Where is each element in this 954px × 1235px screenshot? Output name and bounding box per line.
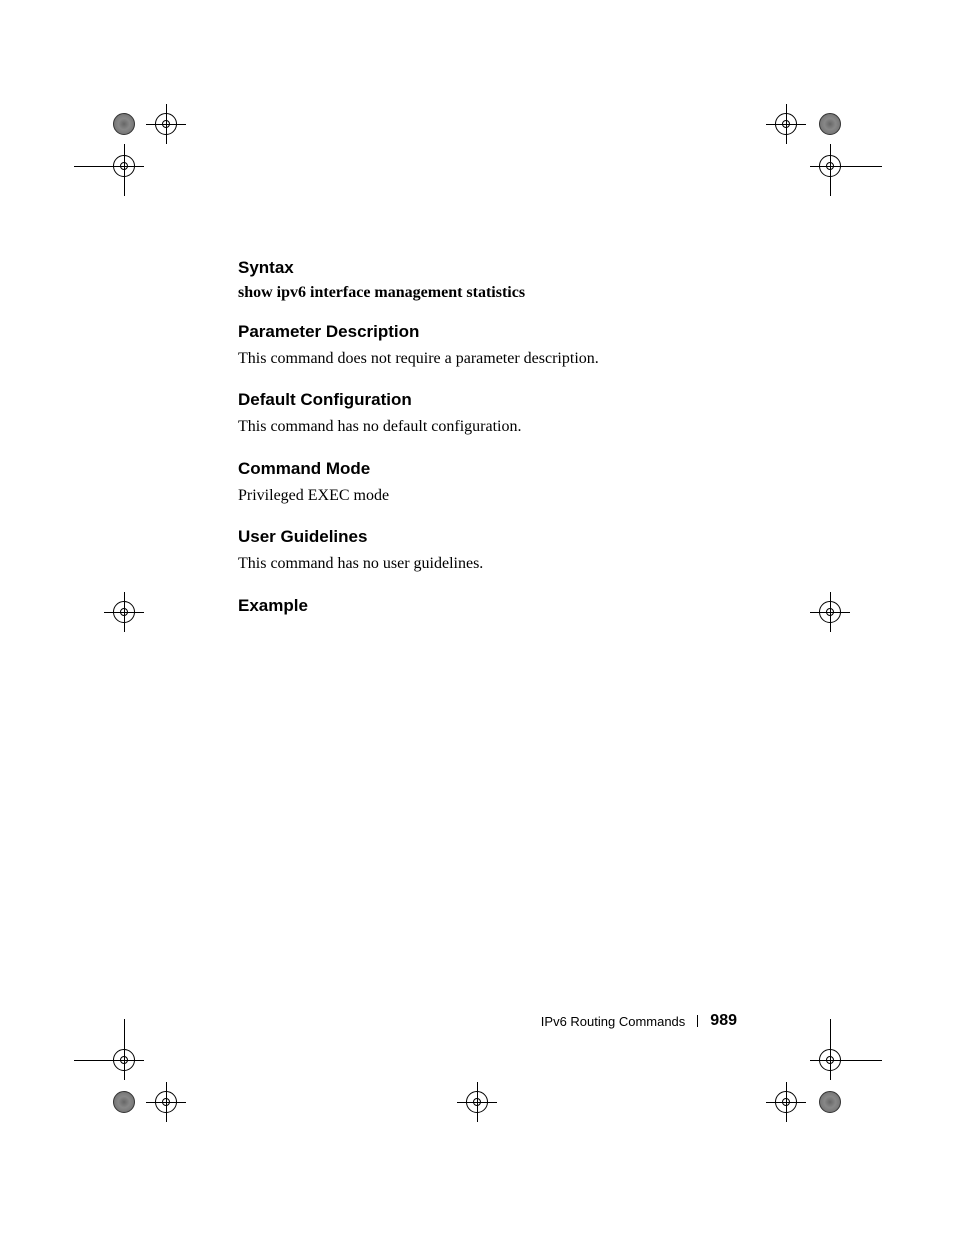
registration-mark-icon [155,113,177,135]
page-content: Syntax show ipv6 interface management st… [238,258,728,622]
page-footer: IPv6 Routing Commands 989 [541,1012,737,1030]
user-guidelines-heading: User Guidelines [238,527,728,547]
registration-mark-icon [466,1091,488,1113]
crop-line-icon [124,1019,125,1071]
crop-line-icon [830,144,831,196]
parameter-description-text: This command does not require a paramete… [238,348,728,370]
crop-line-icon [124,144,125,196]
crop-mark-icon [819,113,841,135]
footer-divider [697,1015,698,1027]
command-mode-text: Privileged EXEC mode [238,485,728,507]
crop-line-icon [74,1060,126,1061]
parameter-description-heading: Parameter Description [238,322,728,342]
registration-mark-icon [819,601,841,623]
crop-line-icon [830,1019,831,1071]
registration-mark-icon [113,601,135,623]
default-configuration-heading: Default Configuration [238,390,728,410]
crop-line-icon [830,1060,882,1061]
example-heading: Example [238,596,728,616]
registration-mark-icon [155,1091,177,1113]
registration-mark-icon [775,113,797,135]
registration-mark-icon [775,1091,797,1113]
crop-line-icon [74,166,126,167]
footer-section-title: IPv6 Routing Commands [541,1014,686,1029]
syntax-heading: Syntax [238,258,728,278]
syntax-text: show ipv6 interface management statistic… [238,284,728,302]
crop-mark-icon [113,113,135,135]
page-number: 989 [710,1012,737,1030]
command-mode-heading: Command Mode [238,459,728,479]
crop-mark-icon [113,1091,135,1113]
user-guidelines-text: This command has no user guidelines. [238,553,728,575]
crop-line-icon [830,166,882,167]
default-configuration-text: This command has no default configuratio… [238,416,728,438]
crop-mark-icon [819,1091,841,1113]
